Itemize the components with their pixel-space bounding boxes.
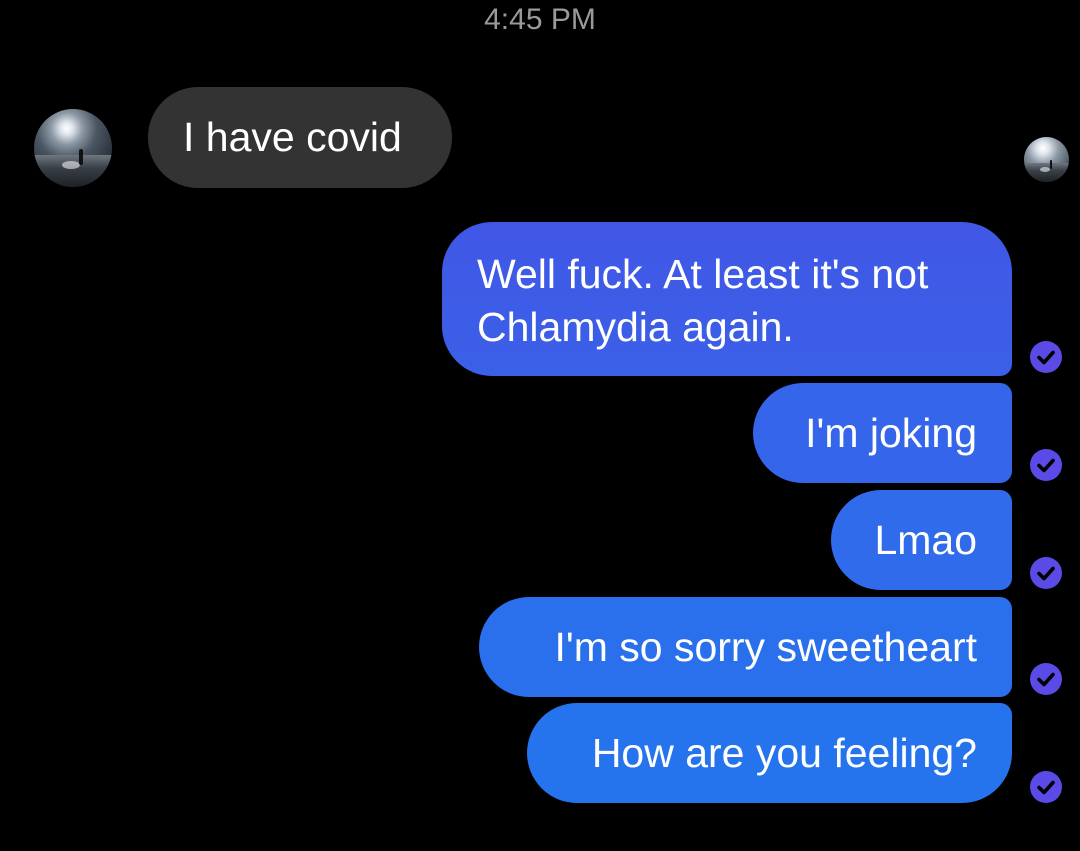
check-circle-icon [1030, 449, 1062, 481]
outgoing-message-bubble[interactable]: Well fuck. At least it's not Chlamydia a… [442, 222, 1012, 376]
message-text: Well fuck. At least it's not Chlamydia a… [477, 251, 940, 350]
message-text: Lmao [874, 516, 977, 563]
outgoing-message-bubble[interactable]: I'm joking [753, 383, 1012, 483]
chat-timestamp: 4:45 PM [484, 3, 596, 36]
avatar-sun-glare [62, 161, 80, 169]
check-circle-icon [1030, 557, 1062, 589]
outgoing-message-bubble[interactable]: I'm so sorry sweetheart [479, 597, 1012, 697]
message-text: I'm so sorry sweetheart [554, 623, 977, 670]
avatar-figure [1050, 160, 1052, 169]
avatar-figure [79, 149, 83, 165]
message-text: I'm joking [805, 409, 977, 456]
check-circle-icon [1030, 663, 1062, 695]
message-text: I have covid [183, 114, 402, 160]
seen-indicator-avatar [1024, 137, 1069, 182]
avatar-sea [34, 155, 112, 187]
contact-avatar[interactable] [34, 109, 112, 187]
check-circle-icon [1030, 771, 1062, 803]
incoming-message-bubble[interactable]: I have covid [148, 87, 452, 188]
avatar-sea [1024, 163, 1069, 182]
outgoing-message-bubble[interactable]: Lmao [831, 490, 1012, 590]
avatar-sun-glare [1040, 167, 1050, 172]
check-circle-icon [1030, 341, 1062, 373]
outgoing-message-bubble[interactable]: How are you feeling? [527, 703, 1012, 803]
message-text: How are you feeling? [591, 729, 977, 776]
